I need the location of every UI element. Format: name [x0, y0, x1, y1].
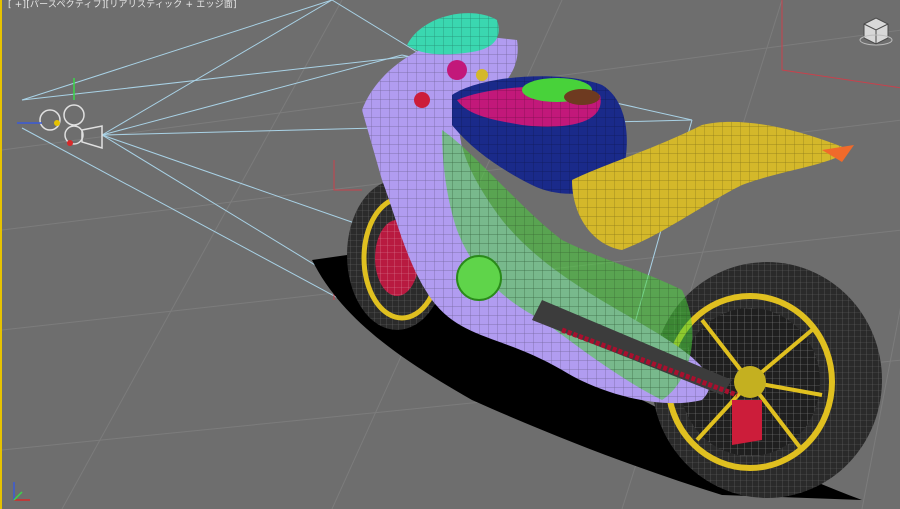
engine-clutch[interactable]: [456, 255, 502, 301]
perspective-viewport[interactable]: [ +][パースペクティブ][リアリスティック + エッジ面]: [0, 0, 900, 509]
tank-cap-cover: [564, 89, 600, 105]
windscreen-wire-mesh: [407, 13, 499, 55]
axis-tripod-icon: [13, 482, 30, 501]
brake-caliper[interactable]: [732, 400, 762, 445]
camera-gizmo[interactable]: [17, 78, 103, 150]
scene-canvas[interactable]: [2, 0, 900, 509]
viewport-label[interactable]: [ +][パースペクティブ][リアリスティック + エッジ面]: [8, 0, 237, 10]
viewcube-icon[interactable]: [858, 14, 894, 46]
